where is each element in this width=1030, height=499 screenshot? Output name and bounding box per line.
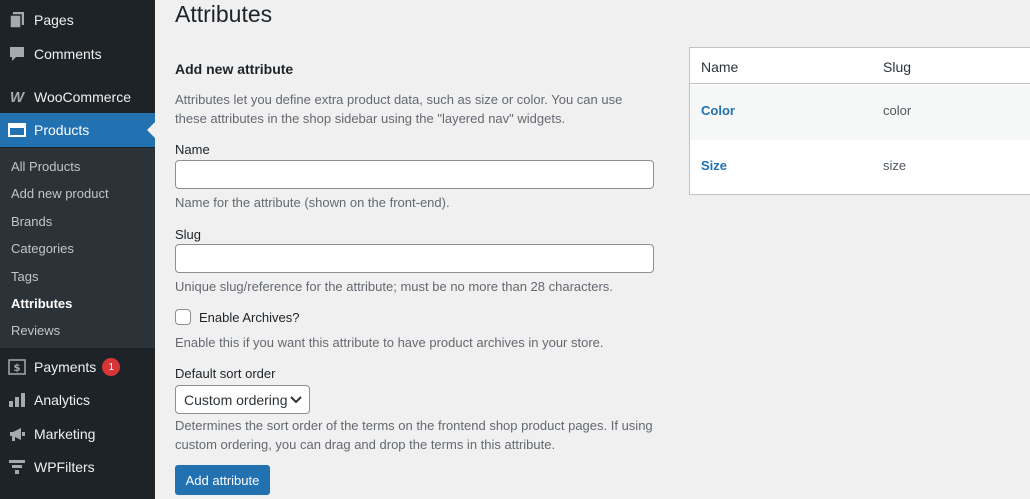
sort-order-help: Determines the sort order of the terms o… xyxy=(175,418,653,452)
table-header: Name Slug xyxy=(690,48,1030,84)
payments-icon: $ xyxy=(7,357,27,377)
analytics-icon xyxy=(7,390,27,410)
attributes-table: Name Slug Color color Size size xyxy=(689,47,1030,195)
sort-order-select[interactable]: Custom ordering xyxy=(175,385,310,414)
submenu-add-new-product[interactable]: Add new product xyxy=(11,186,109,201)
name-label: Name xyxy=(175,142,210,157)
table-row: Size size xyxy=(690,140,1030,195)
menu-woocommerce[interactable]: W WooCommerce xyxy=(0,80,155,114)
header-name[interactable]: Name xyxy=(701,59,738,75)
page-title: Attributes xyxy=(175,1,273,27)
menu-wpfilters-label: WPFilters xyxy=(34,459,95,475)
slug-input[interactable] xyxy=(175,244,654,273)
menu-wpfilters[interactable]: WPFilters xyxy=(0,450,155,484)
comments-icon xyxy=(7,44,27,64)
slug-label: Slug xyxy=(175,227,202,242)
admin-sidebar: Pages Comments W WooCommerce Products Al… xyxy=(0,0,155,499)
sort-order-label: Default sort order xyxy=(175,366,276,381)
menu-pages-label: Pages xyxy=(34,12,74,28)
enable-archives-checkbox[interactable] xyxy=(175,309,191,325)
header-slug[interactable]: Slug xyxy=(883,59,911,75)
menu-pages[interactable]: Pages xyxy=(0,3,155,37)
submenu-tags[interactable]: Tags xyxy=(11,269,38,284)
menu-payments-label: Payments xyxy=(34,359,97,375)
enable-archives-row: Enable Archives? xyxy=(175,309,299,325)
attribute-slug: size xyxy=(883,158,907,173)
menu-products-label: Products xyxy=(34,122,90,138)
menu-marketing-label: Marketing xyxy=(34,426,96,442)
menu-analytics[interactable]: Analytics xyxy=(0,383,155,417)
pages-icon xyxy=(7,10,27,30)
filter-icon xyxy=(7,457,27,477)
attribute-slug: color xyxy=(883,103,912,118)
menu-comments[interactable]: Comments xyxy=(0,37,155,71)
attribute-name-link[interactable]: Size xyxy=(701,158,727,173)
menu-marketing[interactable]: Marketing xyxy=(0,417,155,451)
submenu-categories[interactable]: Categories xyxy=(11,241,74,256)
payments-count-badge: 1 xyxy=(102,358,121,376)
enable-archives-label: Enable Archives? xyxy=(199,309,300,325)
products-submenu: All Products Add new product Brands Cate… xyxy=(0,148,155,348)
menu-woocommerce-label: WooCommerce xyxy=(34,89,131,105)
table-row: Color color xyxy=(690,85,1030,140)
menu-analytics-label: Analytics xyxy=(34,392,91,408)
submenu-attributes[interactable]: Attributes xyxy=(11,296,72,311)
woocommerce-icon: W xyxy=(9,88,25,106)
menu-payments[interactable]: $ Payments 1 xyxy=(0,350,155,384)
slug-help: Unique slug/reference for the attribute;… xyxy=(175,279,613,294)
submenu-all-products[interactable]: All Products xyxy=(11,159,80,174)
add-attribute-button[interactable]: Add attribute xyxy=(175,465,270,495)
name-input[interactable] xyxy=(175,160,654,189)
submenu-brands[interactable]: Brands xyxy=(11,214,52,229)
sort-order-value: Custom ordering xyxy=(184,391,288,408)
chevron-down-icon xyxy=(290,395,302,403)
name-help: Name for the attribute (shown on the fro… xyxy=(175,195,450,210)
products-icon xyxy=(7,120,27,140)
archives-help: Enable this if you want this attribute t… xyxy=(175,335,604,350)
form-intro: Attributes let you define extra product … xyxy=(175,92,623,126)
menu-comments-label: Comments xyxy=(34,46,102,62)
form-heading: Add new attribute xyxy=(175,61,294,77)
menu-products[interactable]: Products xyxy=(0,113,155,147)
attribute-name-link[interactable]: Color xyxy=(701,103,735,118)
svg-text:$: $ xyxy=(14,363,21,374)
submenu-reviews[interactable]: Reviews xyxy=(11,323,60,338)
megaphone-icon xyxy=(7,424,27,444)
